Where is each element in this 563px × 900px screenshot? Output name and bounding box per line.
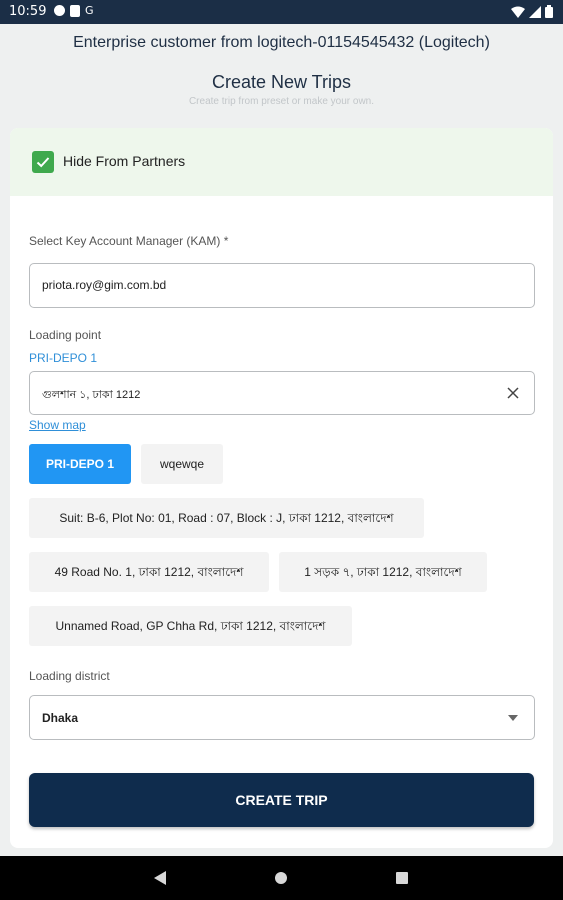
check-icon xyxy=(36,157,50,168)
page-subtitle: Create trip from preset or make your own… xyxy=(188,96,375,107)
signal-icon xyxy=(529,5,541,18)
sim-icon xyxy=(70,5,80,17)
status-bar: 10:59 G xyxy=(0,0,563,24)
hide-from-partners-row[interactable]: Hide From Partners xyxy=(10,128,553,196)
create-trip-button[interactable]: CREATE TRIP xyxy=(29,773,534,827)
recent-apps-icon[interactable] xyxy=(396,872,408,884)
wifi-icon xyxy=(511,6,525,18)
loading-point-name: PRI-DEPO 1 xyxy=(29,351,98,365)
status-time: 10:59 xyxy=(9,4,47,19)
loading-point-value: গুলশান ১, ঢাকা 1212 xyxy=(42,389,141,401)
chat-icon xyxy=(54,5,65,16)
kam-value: priota.roy@gim.com.bd xyxy=(42,278,167,292)
customer-title: Enterprise customer from logitech-011545… xyxy=(73,34,490,51)
page-title: Create New Trips xyxy=(211,72,352,92)
address-chip[interactable]: Suit: B-6, Plot No: 01, Road : 07, Block… xyxy=(29,498,424,538)
create-trip-form-card: Hide From Partners Select Key Account Ma… xyxy=(10,128,553,848)
back-icon[interactable] xyxy=(154,871,166,885)
battery-icon xyxy=(545,5,553,18)
notification-icons: G xyxy=(54,5,95,17)
hide-from-partners-label: Hide From Partners xyxy=(63,153,186,169)
loading-point-input[interactable]: গুলশান ১, ঢাকা 1212 xyxy=(29,371,535,415)
hide-from-partners-checkbox[interactable] xyxy=(32,151,54,173)
loading-district-select[interactable]: Dhaka xyxy=(29,695,535,740)
kam-input[interactable]: priota.roy@gim.com.bd xyxy=(29,263,535,308)
clear-icon[interactable] xyxy=(507,387,519,399)
loading-district-label: Loading district xyxy=(29,669,110,683)
preset-chip-wqewqe[interactable]: wqewqe xyxy=(141,444,223,484)
system-icons xyxy=(511,5,553,18)
loading-point-label: Loading point xyxy=(29,328,102,342)
address-chip[interactable]: Unnamed Road, GP Chha Rd, ঢাকা 1212, বাং… xyxy=(29,606,352,646)
kam-label: Select Key Account Manager (KAM) * xyxy=(29,234,229,248)
address-chip[interactable]: 1 সড়ক ৭, ঢাকা 1212, বাংলাদেশ xyxy=(279,552,487,592)
loading-district-value: Dhaka xyxy=(42,711,79,725)
preset-chip-pri-depo-1[interactable]: PRI-DEPO 1 xyxy=(29,444,131,484)
chevron-down-icon xyxy=(508,715,518,721)
home-icon[interactable] xyxy=(275,872,287,884)
show-map-link[interactable]: Show map xyxy=(29,418,86,432)
navigation-bar xyxy=(0,856,563,900)
g-icon: G xyxy=(85,4,94,17)
address-chip[interactable]: 49 Road No. 1, ঢাকা 1212, বাংলাদেশ xyxy=(29,552,269,592)
